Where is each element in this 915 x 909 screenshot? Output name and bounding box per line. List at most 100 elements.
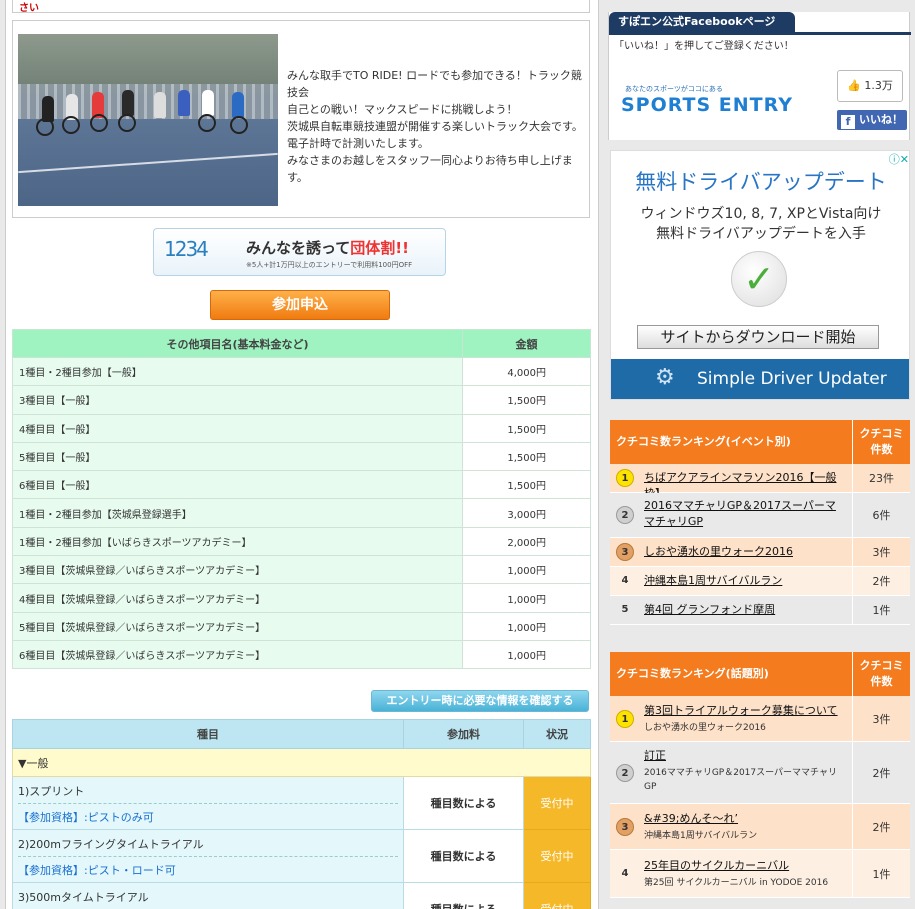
event-fee: 種目数による (403, 882, 524, 909)
ranking-item-link[interactable]: 第4回 グランフォンド摩周 (644, 602, 844, 618)
table-row: 1種目・2種目参加【茨城県登録選手】 3,000円 (12, 498, 591, 528)
list-item[interactable]: 1 ちばアクアラインマラソン2016【一般枠】 23件 (610, 464, 910, 500)
previous-section-fragment: さい (19, 3, 39, 14)
table-row: 3種目目【一般】 1,500円 (12, 385, 591, 415)
event-fee: 種目数による (403, 776, 524, 830)
ranking-count: 2件 (852, 567, 910, 595)
rank-badge: 2 (616, 764, 634, 782)
facebook-widget-title: すぽエン公式Facebookページ (609, 12, 795, 32)
facebook-widget-note: 「いいね！」を押してご登録ください！ (614, 41, 794, 52)
ranking-count-header: クチコミ 件数 (852, 652, 910, 696)
group-banner-note: ※5人+計1万円以上のエントリーで利用料100円OFF (246, 261, 413, 269)
event-group-row[interactable]: ▼一般 (12, 748, 591, 777)
facebook-like-button[interactable]: f いいね！ (837, 110, 907, 130)
rank-badge: 1 (616, 469, 634, 487)
group-discount-banner[interactable]: 1234 みんなを誘って団体割!! ※5人+計1万円以上のエントリーで利用料10… (153, 228, 446, 276)
ranking-item-link[interactable]: &#39;めんそ～れ’ (644, 811, 844, 827)
track-race-photo (18, 34, 278, 206)
rank-badge: 2 (616, 506, 634, 524)
list-item[interactable]: 2 訂正 2016ママチャリGP＆2017スーパーママチャリGP 2件 (610, 742, 910, 804)
intro-line: みんな取手でTO RIDE! ロードでも参加できる！トラック競技会 (287, 69, 582, 99)
ranking-item-link[interactable]: 2016ママチャリGP＆2017スーパーママチャリGP (644, 498, 844, 530)
gear-icon: ⚙ (655, 365, 675, 390)
list-item[interactable]: 3 しおや湧水の里ウォーク2016 3件 (610, 538, 910, 567)
event-header-status: 状況 (523, 719, 591, 749)
ranking-item-event: 沖縄本島1周サバイバルラン (644, 831, 758, 841)
event-table: 種目 参加料 状況 ▼一般 1)スプリント 【参加資格】:ピストのみ可 種目数に… (12, 719, 591, 909)
table-row: 6種目目【茨城県登録／いばらきスポーツアカデミー】 1,000円 (12, 639, 591, 670)
ranking-count: 23件 (852, 464, 910, 492)
ranking-count: 1件 (852, 596, 910, 624)
ranking-count: 6件 (852, 493, 910, 537)
ranking-count: 1件 (852, 850, 910, 897)
table-row: 4種目目【一般】 1,500円 (12, 413, 591, 443)
apply-button[interactable]: 参加申込 (210, 290, 390, 320)
people-icon: 1234 (164, 237, 209, 261)
ranking-item-event: 2016ママチャリGP＆2017スーパーママチャリGP (644, 768, 837, 792)
sports-entry-logo[interactable]: あなたのスポーツがココにある SPORTS ENTRY (621, 84, 793, 116)
table-row: 1種目・2種目参加【いばらきスポーツアカデミー】 2,000円 (12, 526, 591, 557)
ad-download-button[interactable]: サイトからダウンロード開始 (637, 325, 879, 349)
ranking-item-link[interactable]: 沖縄本島1周サバイバルラン (644, 573, 844, 589)
ranking-item-event: しおや湧水の里ウォーク2016 (644, 723, 766, 733)
ranking-count: 3件 (852, 538, 910, 566)
table-row: 1)スプリント 【参加資格】:ピストのみ可 種目数による 受付中 (12, 776, 591, 830)
event-header-fee: 参加料 (403, 719, 524, 749)
table-row: 5種目目【茨城県登録／いばらきスポーツアカデミー】 1,000円 (12, 611, 591, 641)
list-item[interactable]: 2 2016ママチャリGP＆2017スーパーママチャリGP 6件 (610, 493, 910, 538)
ranking-item-link[interactable]: しおや湧水の里ウォーク2016 (644, 544, 844, 560)
rank-badge: 4 (621, 575, 629, 586)
fee-header-amount: 金額 (462, 329, 591, 358)
event-intro-box: みんな取手でTO RIDE! ロードでも参加できる！トラック競技会 自己との戦い… (12, 20, 590, 218)
ranking-count: 2件 (852, 742, 910, 803)
list-item[interactable]: 3 &#39;めんそ～れ’ 沖縄本島1周サバイバルラン 2件 (610, 804, 910, 850)
rank-badge: 1 (616, 710, 634, 728)
checkmark-icon: ✓ (731, 251, 787, 307)
intro-line: みなさまのお越しをスタッフ一同心よりお待ち申し上げます。 (287, 154, 573, 184)
event-fee: 種目数による (403, 829, 524, 883)
ad-choices-icon[interactable]: ⓘ✕ (889, 151, 909, 167)
ranking-count-header: クチコミ 件数 (852, 420, 910, 464)
rank-badge: 3 (616, 818, 634, 836)
ranking-title: クチコミ数ランキング(イベント別) (616, 435, 791, 448)
intro-line: 電子計時で計測いたします。 (287, 137, 429, 150)
group-banner-title: みんなを誘って団体割!! (246, 239, 409, 257)
event-header-name: 種目 (12, 719, 404, 749)
list-item[interactable]: 5 第4回 グランフォンド摩周 1件 (610, 596, 910, 625)
ranking-item-event: 第25回 サイクルカーニバル in YODOE 2016 (644, 878, 829, 888)
sidebar: すぽエン公式Facebookページ 「いいね！」を押してご登録ください！ あなた… (604, 0, 915, 909)
main-content: さい みんな取手でTO RIDE! ロードでも参加できる！トラック競技会 自己と (5, 0, 599, 909)
event-name: 2)200mフライングタイムトライアル (18, 830, 398, 857)
event-group-label[interactable]: ▼一般 (12, 748, 591, 777)
intro-line: 茨城県自転車競技連盟が開催する楽しいトラック大会です。 (287, 120, 583, 133)
like-count: 👍 1.3万 (837, 70, 903, 102)
event-name: 3)500mタイムトライアル (18, 883, 398, 909)
facebook-widget: すぽエン公式Facebookページ 「いいね！」を押してご登録ください！ あなた… (608, 12, 911, 140)
ranking-by-topic: クチコミ数ランキング(話題別) クチコミ 件数 1 第3回トライアルウォーク募集に… (610, 652, 910, 898)
table-row: 6種目目【一般】 1,500円 (12, 470, 591, 500)
ranking-count: 2件 (852, 804, 910, 849)
facebook-icon: f (841, 115, 855, 129)
event-eligibility: 【参加資格】:ピストのみ可 (18, 811, 154, 824)
ranking-title: クチコミ数ランキング(話題別) (616, 667, 769, 680)
fee-header-item: その他項目名(基本料金など) (12, 329, 463, 358)
event-status: 受付中 (523, 776, 591, 830)
event-name: 1)スプリント (18, 777, 398, 804)
ranking-by-event: クチコミ数ランキング(イベント別) クチコミ 件数 1 ちばアクアラインマラソン2… (610, 420, 910, 625)
rank-badge: 5 (621, 604, 629, 615)
ranking-count: 3件 (852, 696, 910, 741)
list-item[interactable]: 1 第3回トライアルウォーク募集について しおや湧水の里ウォーク2016 3件 (610, 696, 910, 742)
ranking-item-link[interactable]: 25年目のサイクルカーニバル (644, 858, 844, 874)
ranking-item-link[interactable]: 第3回トライアルウォーク募集について (644, 703, 844, 719)
advertisement[interactable]: ⓘ✕ 無料ドライバアップデート ウィンドウズ10, 8, 7, XPとVista… (610, 150, 910, 400)
intro-line: 自己との戦い！マックスピードに挑戦しよう！ (287, 103, 518, 116)
list-item[interactable]: 4 25年目のサイクルカーニバル 第25回 サイクルカーニバル in YODOE… (610, 850, 910, 898)
event-description: みんな取手でTO RIDE! ロードでも参加できる！トラック競技会 自己との戦い… (287, 67, 587, 186)
table-row: 5種目目【一般】 1,500円 (12, 441, 591, 472)
table-row: 3種目目【茨城県登録／いばらきスポーツアカデミー】 1,000円 (12, 555, 591, 585)
required-info-button[interactable]: エントリー時に必要な情報を確認する (371, 690, 589, 712)
rank-badge: 4 (621, 868, 629, 879)
list-item[interactable]: 4 沖縄本島1周サバイバルラン 2件 (610, 567, 910, 596)
table-row: 2)200mフライングタイムトライアル 【参加資格】:ピスト・ロード可 種目数に… (12, 829, 591, 883)
ranking-item-link[interactable]: 訂正 (644, 748, 844, 764)
